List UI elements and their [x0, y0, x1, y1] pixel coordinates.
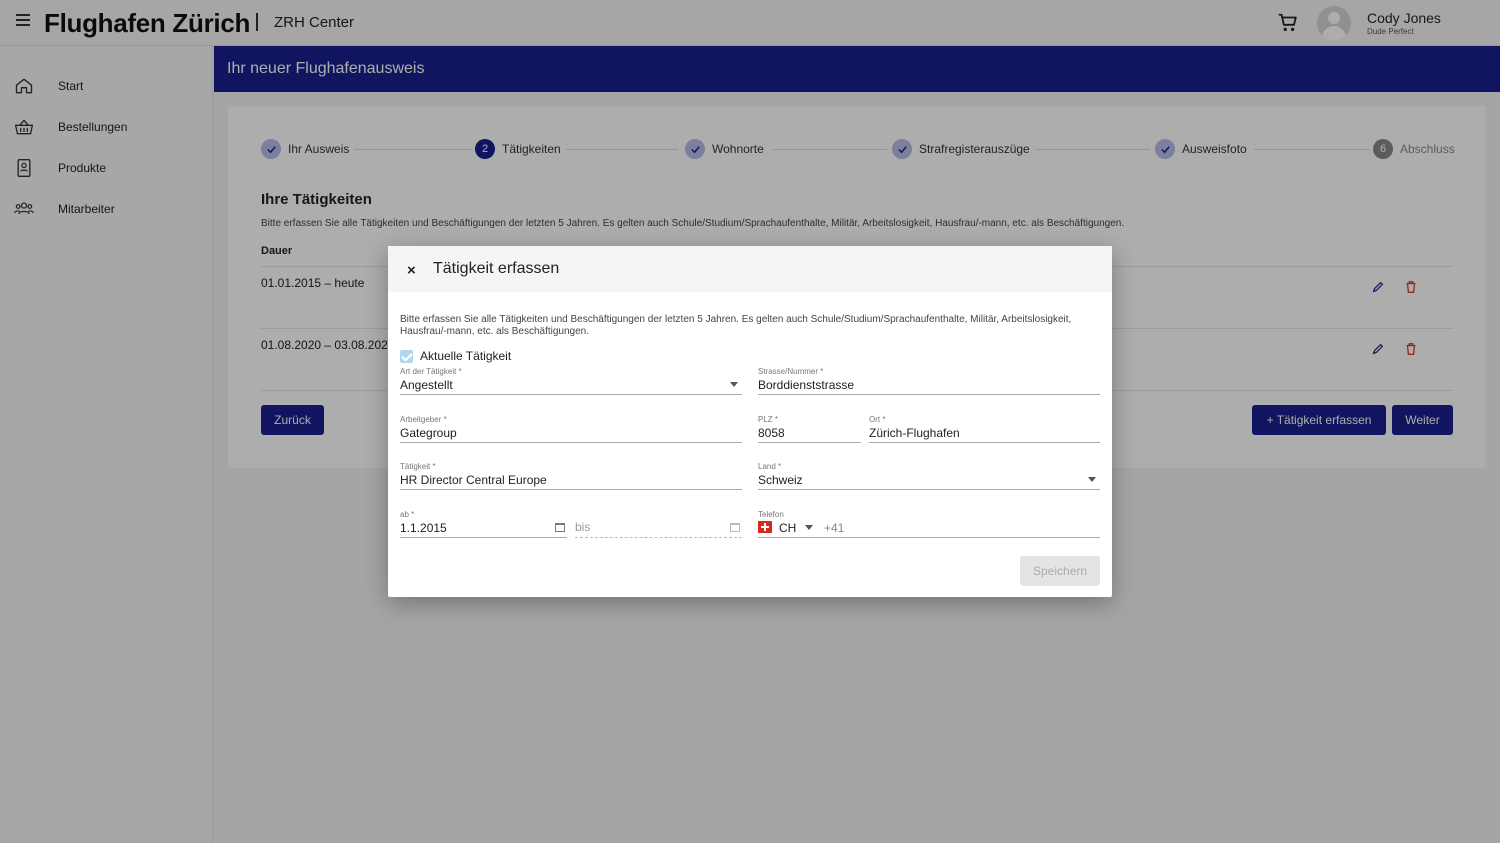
activity-dialog: × Tätigkeit erfassen Bitte erfassen Sie …: [388, 246, 1112, 597]
dialog-header: × Tätigkeit erfassen: [388, 246, 1112, 292]
field-value: 1.1.2015: [400, 521, 447, 535]
field-value: 8058: [758, 426, 785, 440]
field-value: Schweiz: [758, 473, 803, 487]
field-label: ab *: [400, 510, 415, 519]
end-date-field[interactable]: bis: [575, 510, 742, 538]
field-label: Land *: [758, 462, 782, 471]
street-field[interactable]: Strasse/Nummer * Borddienststrasse: [758, 367, 1100, 395]
field-label: Strasse/Nummer *: [758, 367, 824, 376]
calendar-icon[interactable]: [555, 523, 565, 532]
field-label: Ort *: [869, 415, 886, 424]
phone-prefix: +41: [824, 521, 845, 535]
current-activity-checkbox[interactable]: [400, 350, 413, 363]
swiss-flag-icon: [758, 521, 772, 533]
activity-type-select[interactable]: Art der Tätigkeit * Angestellt: [400, 367, 742, 395]
start-date-field[interactable]: ab * 1.1.2015: [400, 510, 567, 538]
field-label: Art der Tätigkeit *: [400, 367, 462, 376]
employer-field[interactable]: Arbeitgeber * Gategroup: [400, 415, 742, 443]
job-title-field[interactable]: Tätigkeit * HR Director Central Europe: [400, 462, 742, 490]
calendar-icon[interactable]: [730, 523, 740, 532]
chevron-down-icon[interactable]: [805, 525, 813, 530]
close-icon[interactable]: ×: [407, 262, 416, 279]
dialog-description: Bitte erfassen Sie alle Tätigkeiten und …: [400, 314, 1072, 337]
field-value: HR Director Central Europe: [400, 473, 547, 487]
field-value: Angestellt: [400, 378, 453, 392]
country-select[interactable]: Land * Schweiz: [758, 462, 1100, 490]
phone-field[interactable]: Telefon CH +41: [758, 510, 1100, 538]
chevron-down-icon: [730, 382, 738, 387]
field-label: PLZ *: [758, 415, 779, 424]
city-field[interactable]: Ort * Zürich-Flughafen: [869, 415, 1100, 443]
field-label: Arbeitgeber *: [400, 415, 447, 424]
field-value: Gategroup: [400, 426, 457, 440]
field-value: Borddienststrasse: [758, 378, 855, 392]
chevron-down-icon: [1088, 477, 1096, 482]
phone-country-code[interactable]: CH: [779, 521, 796, 535]
field-label: Telefon: [758, 510, 784, 519]
current-activity-label[interactable]: Aktuelle Tätigkeit: [420, 349, 511, 363]
field-placeholder: bis: [575, 520, 591, 534]
save-button[interactable]: Speichern: [1020, 556, 1100, 586]
field-value: Zürich-Flughafen: [869, 426, 960, 440]
dialog-title: Tätigkeit erfassen: [433, 260, 560, 277]
zip-field[interactable]: PLZ * 8058: [758, 415, 861, 443]
field-label: Tätigkeit *: [400, 462, 436, 471]
